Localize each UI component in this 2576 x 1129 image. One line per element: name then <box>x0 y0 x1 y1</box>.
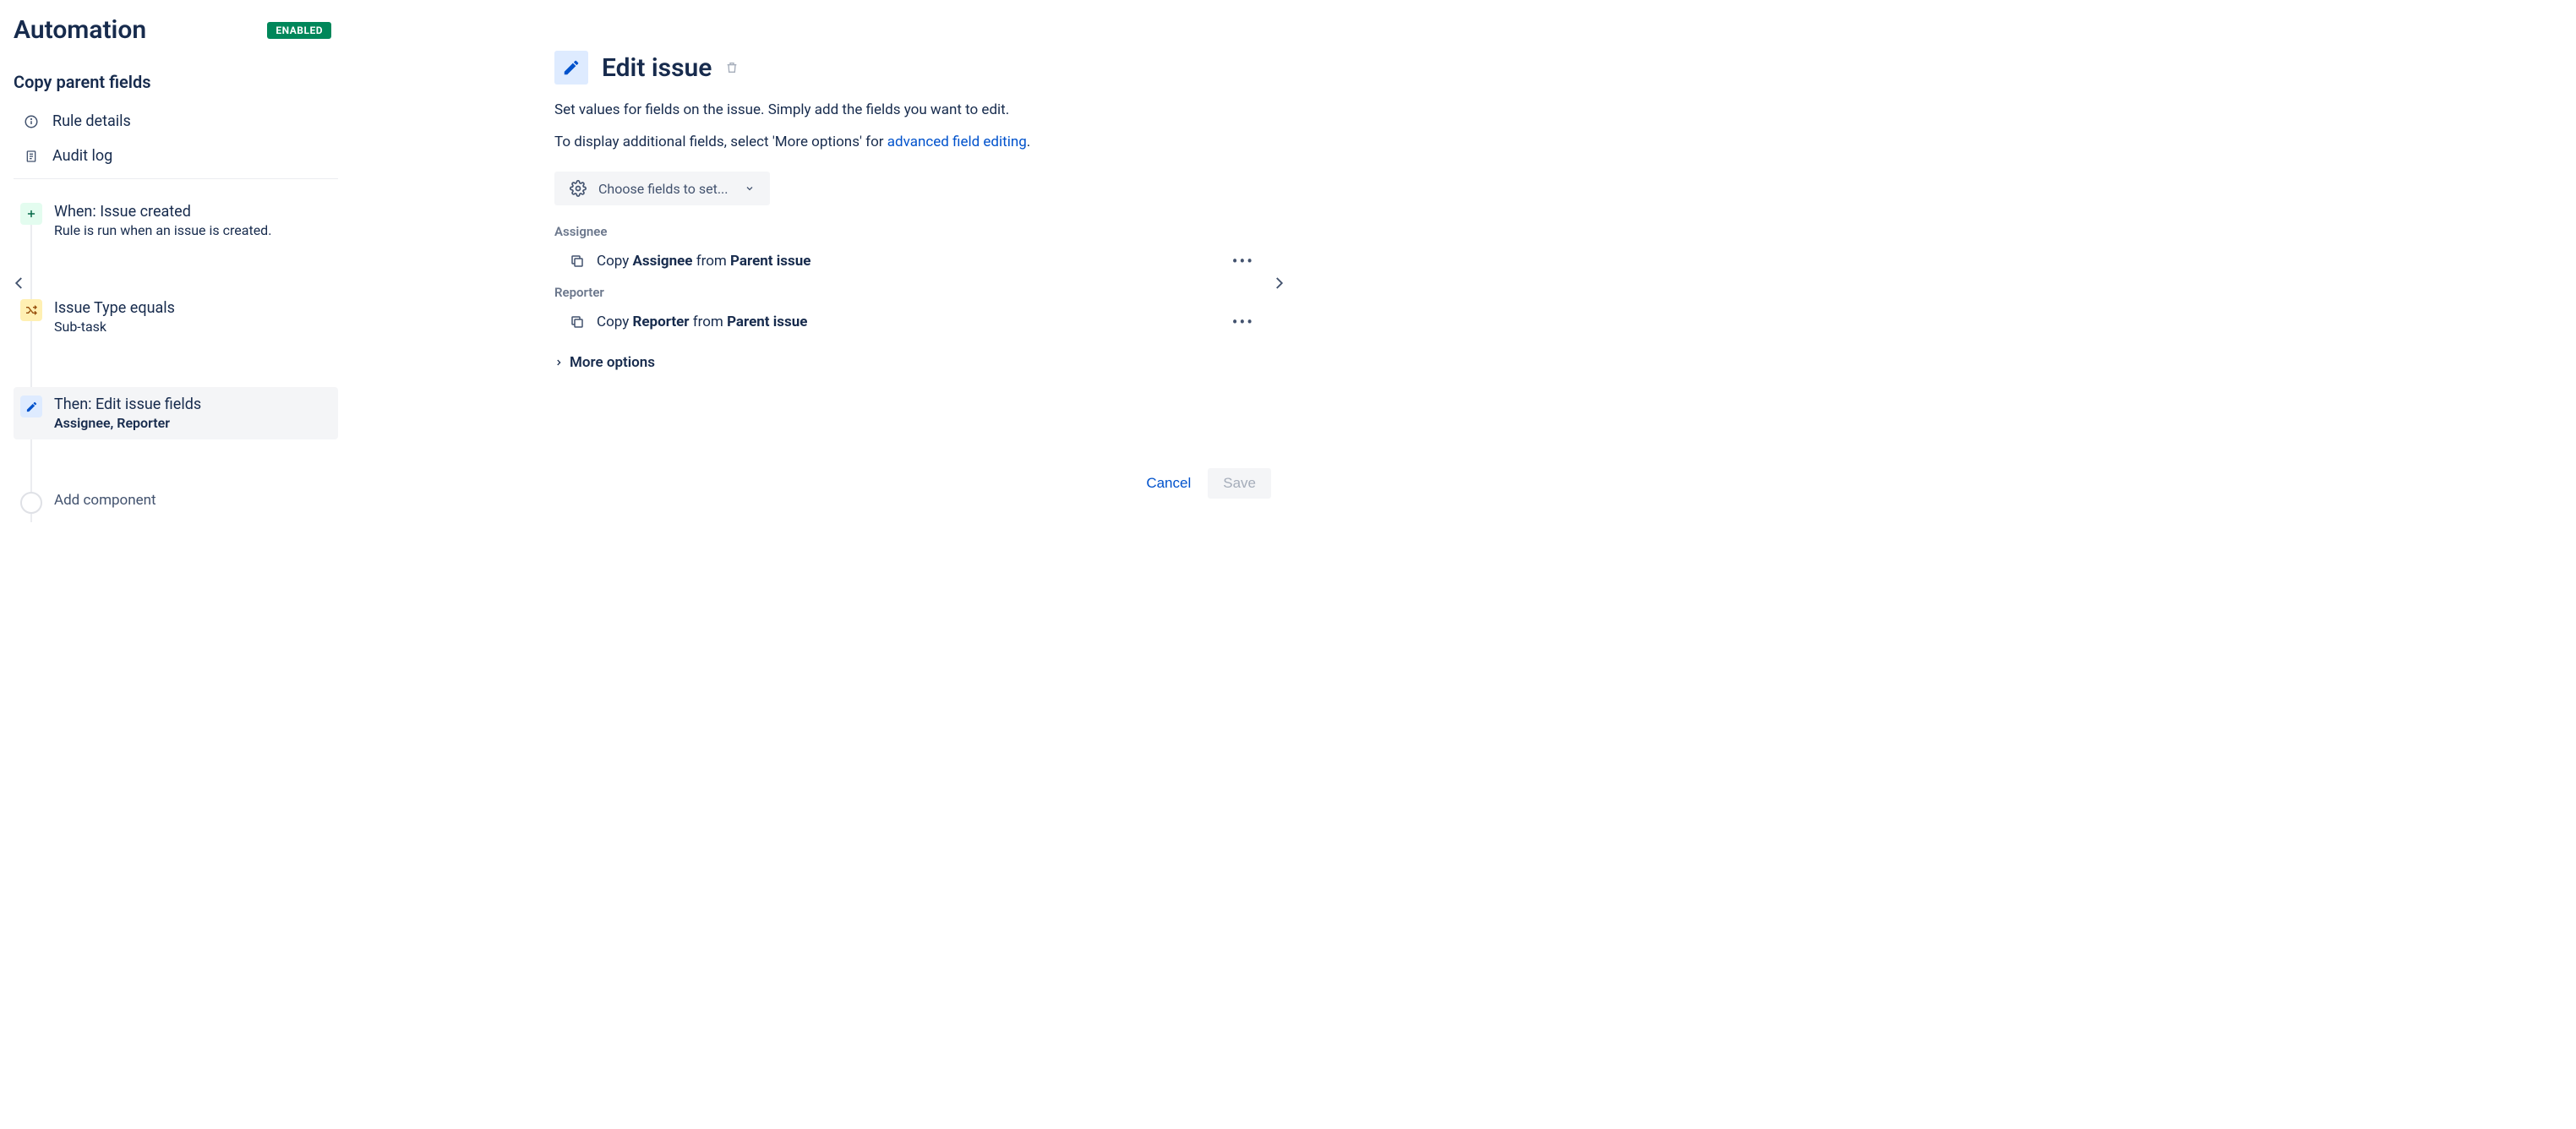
page-title: Automation <box>14 15 146 45</box>
field-row-assignee: Copy Assignee from Parent issue ••• <box>554 246 1254 285</box>
field-label-assignee: Assignee <box>554 224 1254 239</box>
copy-icon <box>570 314 585 330</box>
panel-description-2: To display additional fields, select 'Mo… <box>554 132 1254 154</box>
step-add-component[interactable]: Add component <box>14 483 338 522</box>
nav-rule-details[interactable]: Rule details <box>14 104 338 139</box>
step-subtitle: Rule is run when an issue is created. <box>54 222 271 238</box>
gear-icon <box>570 180 587 197</box>
step-fields: Assignee, Reporter <box>54 415 201 431</box>
add-circle-icon <box>20 492 42 514</box>
trash-icon[interactable] <box>725 60 739 75</box>
status-badge: ENABLED <box>267 22 331 39</box>
more-actions-icon[interactable]: ••• <box>1232 251 1254 271</box>
copy-icon <box>570 254 585 269</box>
rule-name: Copy parent fields <box>14 72 338 92</box>
step-title: Issue Type equals <box>54 299 175 317</box>
field-row-reporter: Copy Reporter from Parent issue ••• <box>554 307 1254 346</box>
step-title: When: Issue created <box>54 203 271 221</box>
step-subtitle: Sub-task <box>54 319 175 335</box>
nav-label: Rule details <box>52 112 131 130</box>
more-options-label: More options <box>570 354 655 371</box>
log-icon <box>24 149 39 164</box>
pencil-icon <box>554 51 588 85</box>
divider <box>14 178 338 179</box>
flow-line <box>30 205 32 522</box>
choose-fields-dropdown[interactable]: Choose fields to set... <box>554 172 770 205</box>
info-icon <box>24 114 39 129</box>
nav-label: Audit log <box>52 147 112 165</box>
more-options-toggle[interactable]: More options <box>554 354 1254 371</box>
step-title: Then: Edit issue fields <box>54 395 201 413</box>
field-action-text: Copy Assignee from Parent issue <box>597 253 810 270</box>
advanced-field-editing-link[interactable]: advanced field editing <box>887 134 1027 150</box>
save-button[interactable]: Save <box>1208 468 1271 499</box>
field-action-text: Copy Reporter from Parent issue <box>597 314 807 330</box>
step-condition[interactable]: Issue Type equals Sub-task <box>14 291 338 343</box>
plus-icon <box>20 203 42 225</box>
shuffle-icon <box>20 299 42 321</box>
panel-description-1: Set values for fields on the issue. Simp… <box>554 100 1254 122</box>
next-arrow-icon[interactable] <box>1271 270 1286 296</box>
field-label-reporter: Reporter <box>554 285 1254 300</box>
pencil-icon <box>20 395 42 417</box>
nav-audit-log[interactable]: Audit log <box>14 139 338 173</box>
panel-title: Edit issue <box>602 53 712 83</box>
add-label: Add component <box>54 492 156 509</box>
chevron-right-icon <box>554 357 563 368</box>
more-actions-icon[interactable]: ••• <box>1232 312 1254 332</box>
chevron-down-icon <box>745 183 755 194</box>
choose-fields-label: Choose fields to set... <box>598 181 728 197</box>
step-trigger[interactable]: When: Issue created Rule is run when an … <box>14 194 338 247</box>
step-action[interactable]: Then: Edit issue fields Assignee, Report… <box>14 387 338 439</box>
cancel-button[interactable]: Cancel <box>1146 475 1191 492</box>
prev-arrow-icon[interactable] <box>12 270 27 296</box>
